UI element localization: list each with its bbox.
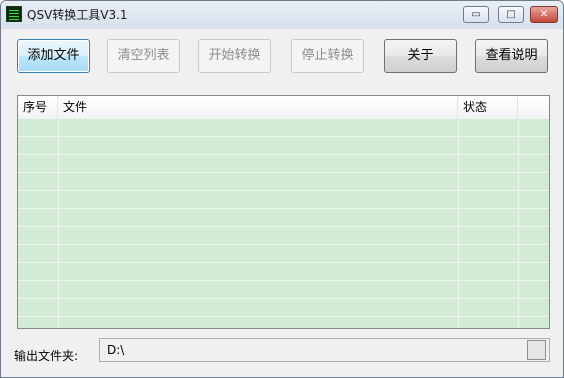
list-header: 序号 文件 状态 [18,96,549,120]
close-icon: ✕ [539,9,549,20]
column-header-index[interactable]: 序号 [18,96,58,119]
minimize-button[interactable]: ▭ [463,6,489,23]
window-title: QSV转换工具V3.1 [27,8,128,22]
browse-folder-button[interactable] [527,340,546,360]
client-area: 添加文件 清空列表 开始转换 停止转换 关于 查看说明 序号 文件 状态 输出文… [8,30,556,368]
file-list[interactable]: 序号 文件 状态 [17,95,550,329]
app-icon [6,6,22,22]
output-folder-label: 输出文件夹: [14,349,79,363]
maximize-icon: □ [506,9,516,20]
minimize-icon: ▭ [471,9,481,20]
stop-convert-button[interactable]: 停止转换 [291,39,364,73]
view-help-button[interactable]: 查看说明 [475,39,548,73]
output-folder-field[interactable]: D:\ [99,338,550,362]
app-window: QSV转换工具V3.1 ▭ □ ✕ 添加文件 清空列表 开始转换 停止转换 关于… [0,0,564,378]
add-file-button[interactable]: 添加文件 [17,39,90,73]
maximize-button[interactable]: □ [498,6,524,23]
column-header-status[interactable]: 状态 [458,96,518,119]
title-bar[interactable]: QSV转换工具V3.1 ▭ □ ✕ [1,1,563,29]
output-folder-path: D:\ [107,343,125,357]
column-header-filler [518,96,549,119]
close-button[interactable]: ✕ [530,6,558,23]
start-convert-button[interactable]: 开始转换 [198,39,271,73]
about-button[interactable]: 关于 [384,39,457,73]
column-header-file[interactable]: 文件 [58,96,458,119]
clear-list-button[interactable]: 清空列表 [107,39,180,73]
list-body[interactable] [18,119,549,328]
